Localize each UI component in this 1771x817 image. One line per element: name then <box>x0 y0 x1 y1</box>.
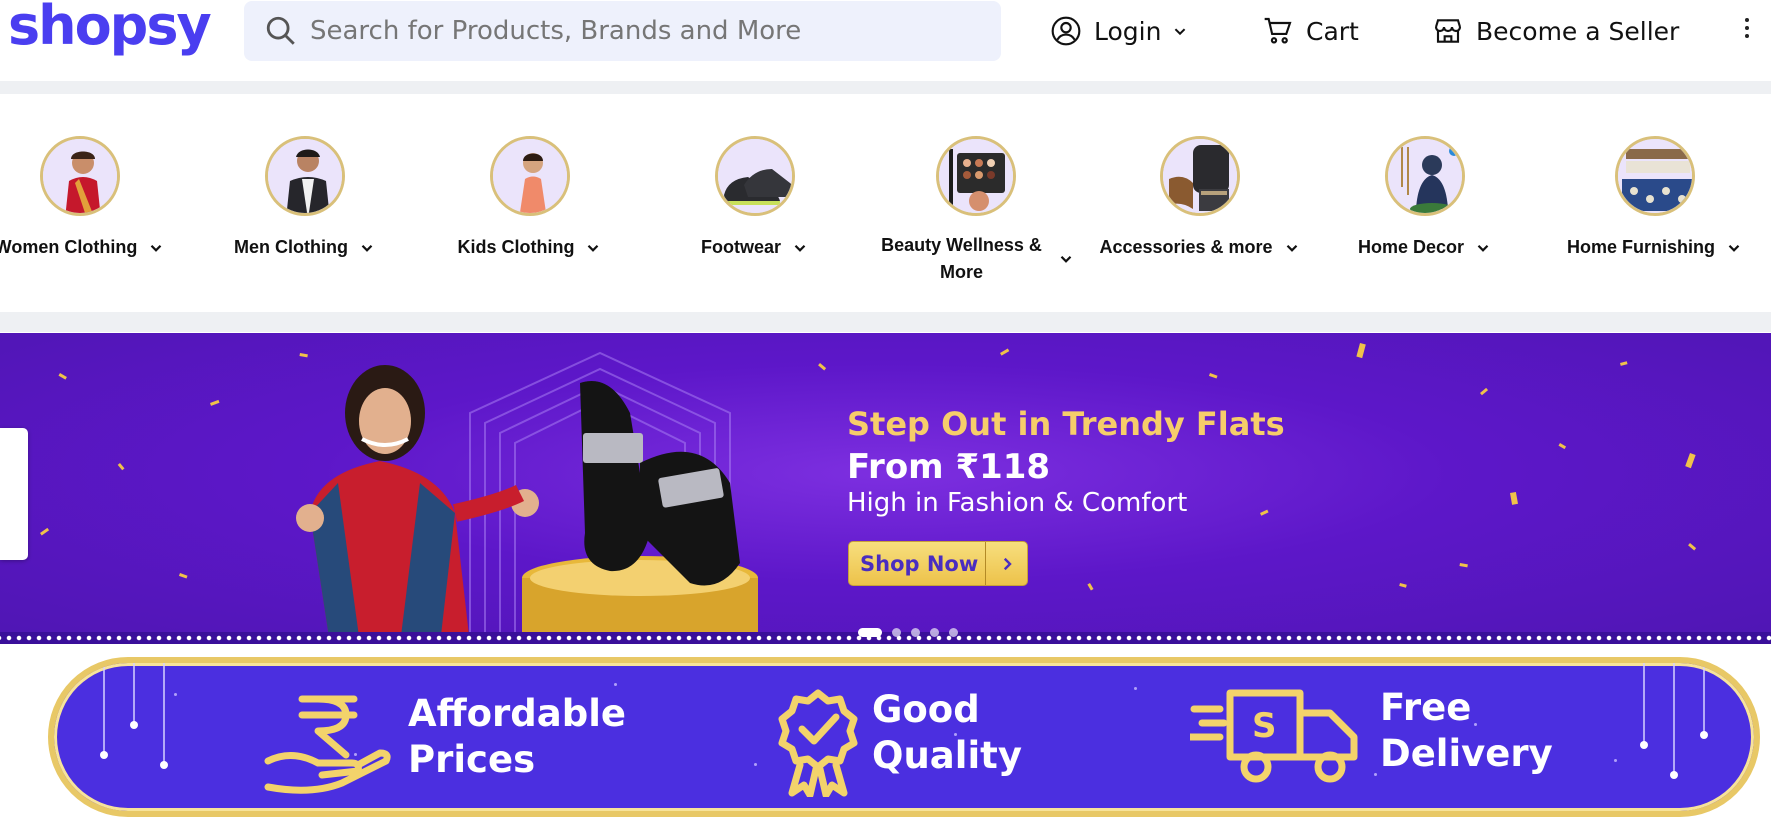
chevron-down-icon <box>1477 244 1489 252</box>
delivery-truck-icon: S <box>1190 689 1358 783</box>
value-props-strip: Affordable Prices Good Quality S Free Deliv… <box>48 657 1760 817</box>
chevron-down-icon <box>1286 244 1297 252</box>
cart-label: Cart <box>1306 16 1359 46</box>
category-women-clothing[interactable]: Women Clothing <box>0 94 190 312</box>
carousel-dot[interactable] <box>892 628 901 637</box>
accessories-image <box>1160 136 1240 216</box>
chevron-down-icon <box>794 244 806 252</box>
footwear-image <box>715 136 795 216</box>
category-label: Beauty Wellness & More <box>881 235 1042 282</box>
carousel-dot[interactable] <box>911 628 920 637</box>
chevron-down-icon <box>361 244 373 252</box>
top-header: shopsy Login Cart Become a Seller <box>0 0 1771 80</box>
value-line-2: Quality <box>872 734 1022 777</box>
category-label: Kids Clothing <box>457 237 575 257</box>
cart-button[interactable]: Cart <box>1262 12 1359 50</box>
category-label: Footwear <box>700 237 781 257</box>
category-strip: Women Clothing Men Clothing Kids Clothin… <box>0 94 1771 312</box>
category-label: Home Decor <box>1357 237 1465 257</box>
category-label: Women Clothing <box>0 237 138 257</box>
men-clothing-image <box>265 136 345 216</box>
banner-price: From ₹118 <box>847 447 1051 487</box>
carousel-indicator <box>858 628 968 637</box>
shop-now-button[interactable]: Shop Now <box>848 541 1028 586</box>
cart-icon <box>1264 17 1292 44</box>
category-label: Home Furnishing <box>1567 237 1715 257</box>
value-line-2: Delivery <box>1380 732 1553 775</box>
category-men-clothing[interactable]: Men Clothing <box>195 94 415 312</box>
value-line-1: Good <box>872 688 980 731</box>
category-beauty-wellness[interactable]: Beauty Wellness & More <box>853 94 1098 312</box>
chevron-down-icon <box>151 244 162 252</box>
rupee-hand-icon <box>264 695 391 794</box>
category-separator <box>0 312 1771 332</box>
chevron-down-icon <box>1175 28 1186 36</box>
home-decor-image <box>1385 136 1465 216</box>
search-icon <box>266 16 295 45</box>
seller-label: Become a Seller <box>1476 16 1680 46</box>
banner-subtitle: High in Fashion & Comfort <box>847 488 1188 518</box>
search-input[interactable] <box>310 16 970 46</box>
category-footwear[interactable]: Footwear <box>645 94 865 312</box>
value-free-delivery: S Free Delivery <box>1190 685 1553 785</box>
string-lights-right <box>1640 663 1708 779</box>
become-seller-link[interactable]: Become a Seller <box>1432 12 1679 50</box>
women-clothing-image <box>40 136 120 216</box>
svg-text:S: S <box>1252 706 1277 746</box>
quality-badge-icon <box>778 689 858 797</box>
chevron-down-icon <box>1060 255 1071 263</box>
promo-banner[interactable]: Step Out in Trendy Flats From ₹118 High … <box>0 333 1771 644</box>
carousel-dot[interactable] <box>858 628 882 637</box>
kids-clothing-image <box>490 136 570 216</box>
search-bar[interactable] <box>244 1 1001 61</box>
category-kids-clothing[interactable]: Kids Clothing <box>420 94 640 312</box>
string-lights-left <box>100 663 168 769</box>
category-home-decor[interactable]: Home Decor <box>1315 94 1535 312</box>
banner-title: Step Out in Trendy Flats <box>847 405 1285 443</box>
shop-now-label: Shop Now <box>860 551 979 576</box>
carousel-prev-button[interactable] <box>0 428 28 560</box>
category-label: Men Clothing <box>234 237 348 257</box>
value-line-2: Prices <box>408 738 536 781</box>
category-label: Accessories & more <box>1099 237 1273 257</box>
value-good-quality: Good Quality <box>778 687 1022 797</box>
carousel-dot[interactable] <box>930 628 939 637</box>
carousel-dot[interactable] <box>949 628 958 637</box>
value-affordable-prices: Affordable Prices <box>262 691 626 795</box>
login-label: Login <box>1094 16 1162 46</box>
chevron-down-icon <box>1728 244 1740 252</box>
category-home-furnishing[interactable]: Home Furnishing <box>1540 94 1770 312</box>
header-separator <box>0 81 1771 94</box>
value-line-1: Free <box>1380 686 1472 729</box>
value-line-1: Affordable <box>408 692 626 735</box>
shopsy-logo[interactable]: shopsy <box>8 0 212 57</box>
more-options-icon[interactable] <box>1740 14 1754 48</box>
login-menu[interactable]: Login <box>1050 12 1191 50</box>
chevron-down-icon <box>588 244 599 252</box>
home-furnishing-image <box>1615 136 1695 216</box>
store-icon <box>1434 19 1462 43</box>
category-accessories[interactable]: Accessories & more <box>1090 94 1310 312</box>
chevron-right-icon <box>985 542 1027 585</box>
user-circle-icon <box>1051 16 1081 46</box>
beauty-wellness-image <box>935 136 1016 216</box>
